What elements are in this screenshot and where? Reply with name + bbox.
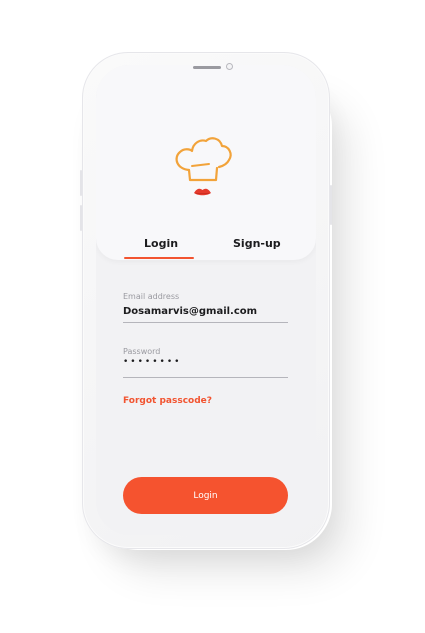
tab-login[interactable]: Login [144,237,178,250]
active-tab-indicator [124,257,194,259]
volume-button [80,170,82,196]
email-underline [123,322,288,323]
front-camera [226,63,233,70]
password-label: Password [123,347,161,356]
email-label: Email address [123,292,180,301]
chef-hat-logo-icon [175,137,232,196]
power-button [330,185,332,225]
login-button[interactable]: Login [123,477,288,514]
volume-button [80,205,82,231]
email-field[interactable] [123,304,288,318]
app-screen: Login Sign-up Email address Password •••… [96,65,316,535]
speaker-grille [193,66,221,69]
password-underline [123,377,288,378]
header-card: Login Sign-up [96,65,316,260]
forgot-passcode-link[interactable]: Forgot passcode? [123,396,212,406]
tab-signup[interactable]: Sign-up [233,237,281,250]
password-field[interactable]: •••••••• [123,357,288,367]
app-mockup: Login Sign-up Email address Password •••… [0,0,425,633]
